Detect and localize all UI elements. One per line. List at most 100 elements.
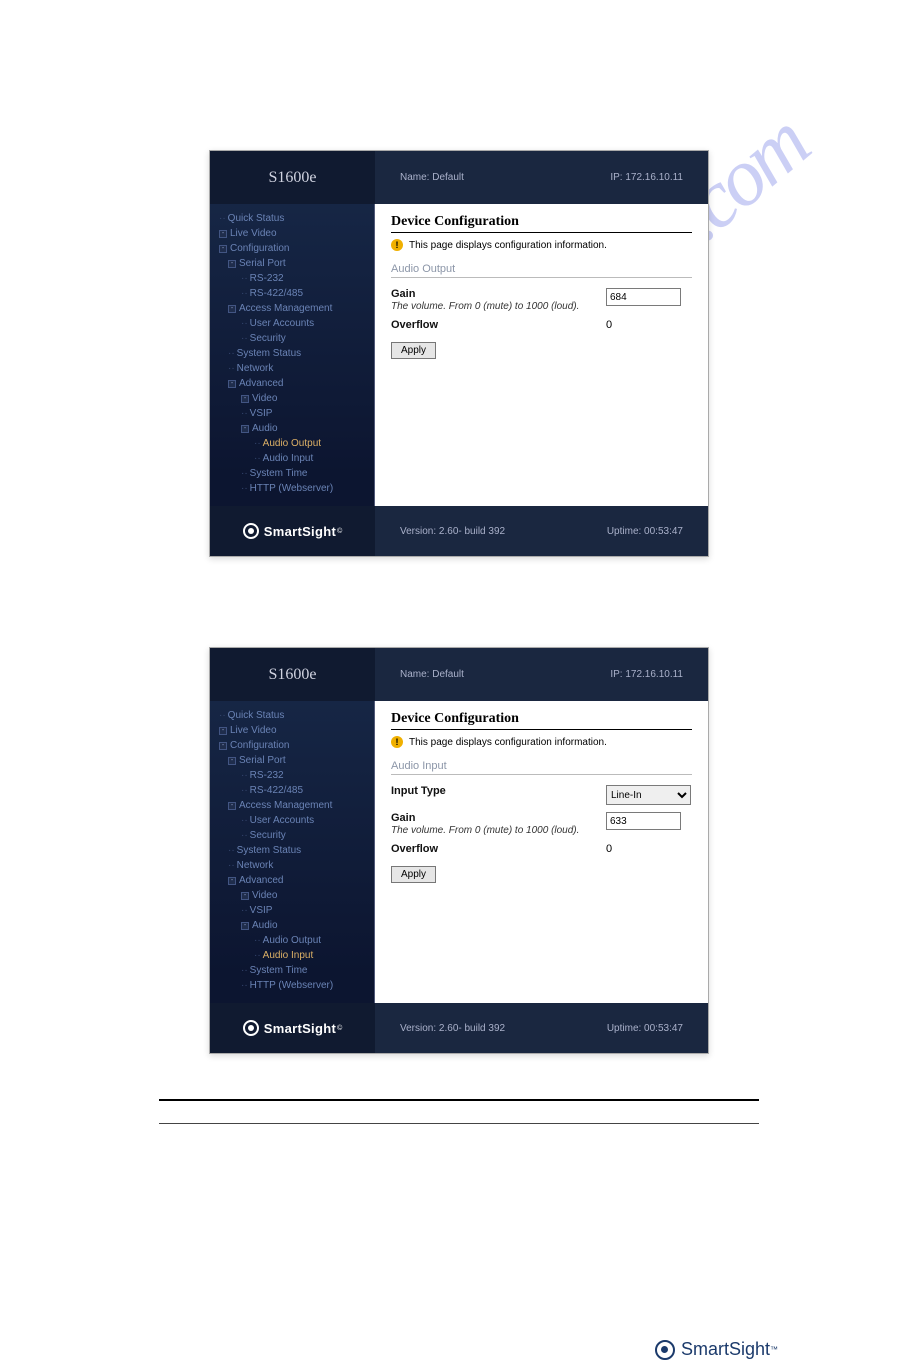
nav-item-rs-232[interactable]: ··RS-232 (241, 271, 369, 286)
tree-bullet-icon: ·· (241, 815, 248, 826)
header-info: Name: DefaultIP: 172.16.10.11 (375, 648, 708, 701)
nav-item-serial-port[interactable]: -Serial Port (228, 753, 369, 768)
tree-bullet-icon: ·· (219, 710, 226, 721)
nav-item-audio-input[interactable]: ··Audio Input (254, 451, 369, 466)
nav-item-http-webserver-[interactable]: ··HTTP (Webserver) (241, 978, 369, 993)
nav-label: User Accounts (250, 318, 314, 329)
device-model: S1600e (210, 151, 375, 204)
tree-collapse-icon[interactable]: - (219, 230, 227, 238)
gain-input[interactable] (606, 812, 681, 830)
page-divider (159, 1099, 759, 1124)
nav-label: HTTP (Webserver) (250, 980, 334, 991)
nav-item-rs-422-485[interactable]: ··RS-422/485 (241, 783, 369, 798)
tree-collapse-icon[interactable]: - (228, 877, 236, 885)
header-info: Name: DefaultIP: 172.16.10.11 (375, 151, 708, 204)
tree-collapse-icon[interactable]: - (228, 380, 236, 388)
nav-item-rs-422-485[interactable]: ··RS-422/485 (241, 286, 369, 301)
input-type-select[interactable]: Line-In (606, 785, 691, 805)
tree-collapse-icon[interactable]: - (219, 742, 227, 750)
nav-item-network[interactable]: ··Network (228, 361, 369, 376)
field-label: GainThe volume. From 0 (mute) to 1000 (l… (391, 288, 606, 312)
page-title: Device Configuration (391, 711, 692, 730)
nav-item-rs-232[interactable]: ··RS-232 (241, 768, 369, 783)
info-icon (391, 239, 403, 251)
tree-bullet-icon: ·· (241, 483, 248, 494)
nav-item-advanced[interactable]: -Advanced (228, 873, 369, 888)
nav-label: VSIP (250, 408, 273, 419)
nav-item-access-management[interactable]: -Access Management (228, 301, 369, 316)
page-brand-text: SmartSight (681, 1339, 770, 1360)
tree-collapse-icon[interactable]: - (241, 395, 249, 403)
nav-label: RS-422/485 (250, 288, 303, 299)
nav-label: System Time (250, 468, 308, 479)
nav-item-system-status[interactable]: ··System Status (228, 346, 369, 361)
tree-bullet-icon: ·· (254, 438, 261, 449)
nav-item-audio-output[interactable]: ··Audio Output (254, 933, 369, 948)
tree-bullet-icon: ·· (228, 845, 235, 856)
nav-item-system-time[interactable]: ··System Time (241, 963, 369, 978)
tree-collapse-icon[interactable]: - (228, 757, 236, 765)
tree-collapse-icon[interactable]: - (241, 425, 249, 433)
nav-label: Live Video (230, 228, 277, 239)
apply-button[interactable]: Apply (391, 866, 436, 883)
tree-bullet-icon: ·· (241, 468, 248, 479)
overflow-value: 0 (606, 843, 612, 855)
nav-item-serial-port[interactable]: -Serial Port (228, 256, 369, 271)
page-title: Device Configuration (391, 214, 692, 233)
section-heading: Audio Input (391, 760, 692, 775)
nav-label: Audio Output (263, 438, 321, 449)
tree-bullet-icon: ·· (241, 965, 248, 976)
nav-item-security[interactable]: ··Security (241, 331, 369, 346)
panel-footer: SmartSight©Version: 2.60- build 392Uptim… (210, 506, 708, 556)
nav-item-audio-output[interactable]: ··Audio Output (254, 436, 369, 451)
nav-item-audio[interactable]: -Audio (241, 918, 369, 933)
nav-item-video[interactable]: -Video (241, 888, 369, 903)
tree-collapse-icon[interactable]: - (241, 922, 249, 930)
tree-bullet-icon: ·· (241, 408, 248, 419)
nav-item-configuration[interactable]: -Configuration (219, 738, 369, 753)
nav-item-system-status[interactable]: ··System Status (228, 843, 369, 858)
screenshot-panel: S1600eName: DefaultIP: 172.16.10.11··Qui… (209, 647, 709, 1054)
section-heading: Audio Output (391, 263, 692, 278)
nav-item-advanced[interactable]: -Advanced (228, 376, 369, 391)
nav-item-user-accounts[interactable]: ··User Accounts (241, 813, 369, 828)
tree-collapse-icon[interactable]: - (228, 305, 236, 313)
nav-label: Audio Output (263, 935, 321, 946)
nav-item-security[interactable]: ··Security (241, 828, 369, 843)
nav-label: Access Management (239, 800, 332, 811)
nav-item-quick-status[interactable]: ··Quick Status (219, 211, 369, 226)
tree-bullet-icon: ·· (241, 770, 248, 781)
tree-bullet-icon: ·· (241, 830, 248, 841)
nav-item-video[interactable]: -Video (241, 391, 369, 406)
nav-label: RS-232 (250, 273, 284, 284)
nav-item-vsip[interactable]: ··VSIP (241, 406, 369, 421)
nav-item-access-management[interactable]: -Access Management (228, 798, 369, 813)
nav-item-live-video[interactable]: -Live Video (219, 723, 369, 738)
nav-item-configuration[interactable]: -Configuration (219, 241, 369, 256)
tree-collapse-icon[interactable]: - (228, 260, 236, 268)
tree-collapse-icon[interactable]: - (219, 245, 227, 253)
nav-label: Advanced (239, 875, 283, 886)
nav-item-audio-input[interactable]: ··Audio Input (254, 948, 369, 963)
brand-logo-icon (655, 1340, 675, 1360)
tree-collapse-icon[interactable]: - (228, 802, 236, 810)
nav-item-system-time[interactable]: ··System Time (241, 466, 369, 481)
tree-bullet-icon: ·· (228, 363, 235, 374)
apply-button[interactable]: Apply (391, 342, 436, 359)
nav-item-user-accounts[interactable]: ··User Accounts (241, 316, 369, 331)
brand-sup: © (337, 528, 342, 535)
nav-item-network[interactable]: ··Network (228, 858, 369, 873)
tree-bullet-icon: ·· (254, 950, 261, 961)
nav-item-audio[interactable]: -Audio (241, 421, 369, 436)
tree-collapse-icon[interactable]: - (241, 892, 249, 900)
gain-input[interactable] (606, 288, 681, 306)
nav-item-quick-status[interactable]: ··Quick Status (219, 708, 369, 723)
tree-collapse-icon[interactable]: - (219, 727, 227, 735)
nav-item-vsip[interactable]: ··VSIP (241, 903, 369, 918)
nav-item-live-video[interactable]: -Live Video (219, 226, 369, 241)
nav-item-http-webserver-[interactable]: ··HTTP (Webserver) (241, 481, 369, 496)
tree-bullet-icon: ·· (241, 333, 248, 344)
nav-label: Audio (252, 423, 278, 434)
content-pane: Device ConfigurationThis page displays c… (375, 204, 708, 506)
tree-bullet-icon: ·· (241, 318, 248, 329)
